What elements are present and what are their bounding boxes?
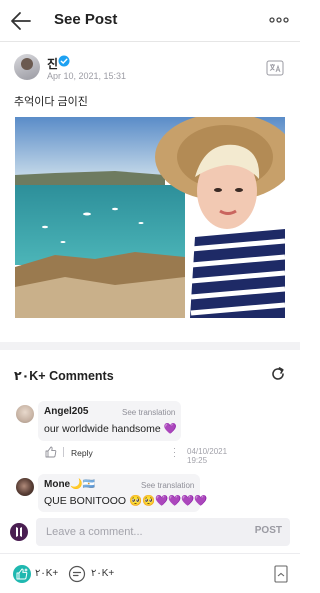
post-photo[interactable]: [15, 117, 285, 318]
bottom-action-bar: ٢٠K+ ٢٠K+: [0, 553, 300, 593]
see-translation-link[interactable]: See translation: [141, 481, 194, 490]
avatar-logo-icon: [16, 527, 22, 537]
more-options-icon[interactable]: [268, 12, 290, 28]
author-avatar[interactable]: [14, 54, 40, 80]
verified-badge-icon: [58, 55, 70, 67]
see-translation-link[interactable]: See translation: [122, 408, 175, 417]
like-icon[interactable]: [12, 564, 32, 584]
comment-text: our worldwide handsome 💜: [44, 423, 177, 435]
comment-icon[interactable]: [68, 565, 86, 583]
top-app-bar: See Post: [0, 0, 300, 42]
post-author: 진 Apr 10, 2021, 15:31: [14, 54, 286, 84]
post-body-text: 추억이다 금이진: [14, 96, 88, 108]
post-comment-button[interactable]: POST: [255, 525, 282, 536]
back-arrow-icon[interactable]: [8, 9, 34, 33]
comments-count-label: ٢٠K+ Comments: [14, 369, 114, 383]
comment-count: ٢٠K+: [91, 568, 115, 579]
comment-input[interactable]: [46, 524, 226, 540]
comment-input-box[interactable]: POST: [36, 518, 290, 546]
refresh-icon[interactable]: [270, 366, 286, 382]
commenter-avatar[interactable]: [16, 478, 34, 496]
post-timestamp: Apr 10, 2021, 15:31: [47, 71, 127, 81]
section-divider: [0, 342, 300, 350]
translate-icon[interactable]: [266, 60, 284, 76]
comment-divider: [63, 447, 64, 457]
comment-author[interactable]: Angel205: [44, 406, 88, 417]
comment-date: 04/10/2021: [187, 447, 228, 456]
like-comment-icon[interactable]: [45, 446, 57, 458]
author-name[interactable]: 진: [47, 55, 58, 72]
commenter-avatar[interactable]: [16, 405, 34, 423]
comment-author[interactable]: Mone🌙🇦🇷: [44, 479, 95, 490]
comment-text: QUE BONITOOO 🥺🥺💜💜💜💜: [44, 495, 208, 507]
comment-time: 19:25: [187, 456, 208, 465]
bookmark-icon[interactable]: [274, 565, 288, 583]
like-count: ٢٠K+: [35, 568, 59, 579]
page-title: See Post: [54, 11, 118, 28]
reply-button[interactable]: Reply: [71, 448, 93, 458]
comment-options-icon[interactable]: · · ·: [173, 444, 176, 461]
